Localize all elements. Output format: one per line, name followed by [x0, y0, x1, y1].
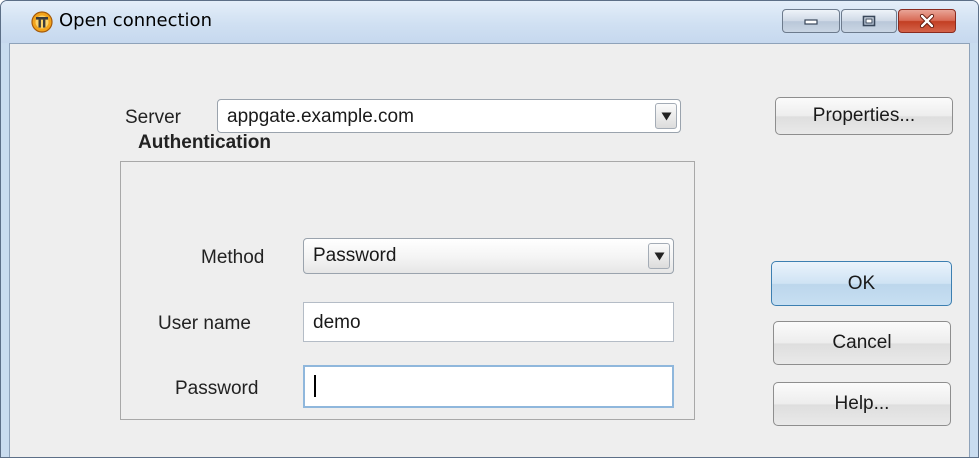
cancel-button[interactable]: Cancel	[773, 321, 951, 365]
username-label: User name	[158, 313, 251, 334]
ok-button[interactable]: OK	[771, 261, 952, 306]
method-dropdown-button[interactable]	[648, 243, 670, 269]
server-combobox[interactable]: appgate.example.com	[217, 99, 681, 133]
title-bar[interactable]: Open connection	[1, 1, 978, 43]
server-dropdown-button[interactable]	[655, 103, 677, 129]
server-label: Server	[125, 107, 181, 128]
password-label: Password	[175, 378, 259, 399]
open-connection-dialog: Open connection Server appgate.example.c…	[0, 0, 979, 458]
dropdown-arrow-icon	[661, 112, 672, 121]
close-button[interactable]	[898, 9, 956, 33]
username-field[interactable]: demo	[303, 302, 674, 342]
close-icon	[919, 14, 935, 28]
minimize-button[interactable]	[782, 9, 840, 33]
dropdown-arrow-icon	[654, 252, 665, 261]
window-title: Open connection	[59, 10, 212, 31]
username-value: demo	[313, 312, 361, 333]
method-combobox[interactable]: Password	[303, 238, 674, 274]
appgate-logo-icon	[31, 11, 53, 33]
authentication-group-title: Authentication	[138, 132, 271, 153]
maximize-button[interactable]	[841, 9, 897, 33]
text-caret	[314, 375, 316, 397]
properties-button[interactable]: Properties...	[775, 97, 953, 135]
method-label: Method	[201, 247, 265, 268]
help-button[interactable]: Help...	[773, 382, 951, 426]
server-value: appgate.example.com	[227, 106, 414, 127]
password-field[interactable]	[303, 365, 674, 408]
minimize-icon	[804, 19, 818, 25]
maximize-icon	[862, 15, 876, 27]
method-value: Password	[313, 245, 397, 266]
